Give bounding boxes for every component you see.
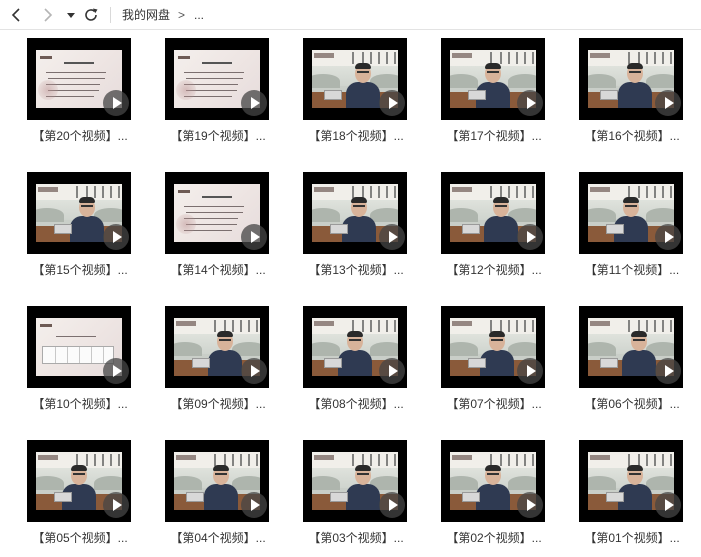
file-name-label: 【第20个视频】... (32, 129, 128, 143)
file-name-label: 【第03个视频】... (308, 531, 404, 545)
play-icon[interactable] (103, 224, 129, 250)
refresh-icon (85, 8, 98, 21)
play-icon[interactable] (655, 492, 681, 518)
video-thumbnail[interactable] (303, 306, 407, 388)
nav-divider (110, 7, 111, 23)
video-thumbnail[interactable] (579, 38, 683, 120)
video-thumbnail[interactable] (165, 440, 269, 522)
video-file-item[interactable]: 【第17个视频】... (424, 34, 564, 154)
breadcrumb-root[interactable]: 我的网盘 (122, 7, 170, 23)
file-name-label: 【第01个视频】... (584, 531, 680, 545)
file-name-label: 【第11个视频】... (584, 263, 680, 277)
video-thumbnail[interactable] (27, 306, 131, 388)
video-thumbnail[interactable] (303, 440, 407, 522)
play-icon[interactable] (103, 492, 129, 518)
video-file-item[interactable]: 【第03个视频】... (286, 436, 426, 556)
file-name-label: 【第10个视频】... (32, 397, 128, 411)
video-thumbnail[interactable] (441, 440, 545, 522)
video-file-item[interactable]: 【第07个视频】... (424, 302, 564, 422)
chevron-left-icon (11, 8, 20, 22)
video-thumbnail[interactable] (303, 38, 407, 120)
play-icon[interactable] (103, 90, 129, 116)
play-icon[interactable] (241, 90, 267, 116)
video-file-item[interactable]: 【第19个视频】... (148, 34, 288, 154)
file-name-label: 【第07个视频】... (446, 397, 542, 411)
navigation-bar: 我的网盘 > ... (0, 0, 701, 30)
video-thumbnail[interactable] (27, 38, 131, 120)
video-thumbnail[interactable] (165, 306, 269, 388)
file-name-label: 【第18个视频】... (308, 129, 404, 143)
chevron-right-icon (44, 8, 53, 22)
file-name-label: 【第19个视频】... (170, 129, 266, 143)
video-file-item[interactable]: 【第08个视频】... (286, 302, 426, 422)
video-file-item[interactable]: 【第14个视频】... (148, 168, 288, 288)
play-icon[interactable] (517, 224, 543, 250)
refresh-button[interactable] (80, 4, 102, 26)
breadcrumb-more[interactable]: ... (194, 7, 204, 23)
play-icon[interactable] (517, 90, 543, 116)
play-icon[interactable] (655, 224, 681, 250)
file-name-label: 【第12个视频】... (446, 263, 542, 277)
caret-down-icon (67, 13, 75, 18)
video-thumbnail[interactable] (579, 306, 683, 388)
video-thumbnail[interactable] (165, 38, 269, 120)
video-thumbnail[interactable] (165, 172, 269, 254)
file-name-label: 【第04个视频】... (170, 531, 266, 545)
video-thumbnail[interactable] (441, 306, 545, 388)
video-file-item[interactable]: 【第10个视频】... (10, 302, 150, 422)
play-icon[interactable] (241, 224, 267, 250)
video-thumbnail[interactable] (579, 440, 683, 522)
play-icon[interactable] (517, 358, 543, 384)
video-file-item[interactable]: 【第04个视频】... (148, 436, 288, 556)
video-file-item[interactable]: 【第09个视频】... (148, 302, 288, 422)
video-thumbnail[interactable] (303, 172, 407, 254)
video-thumbnail[interactable] (27, 440, 131, 522)
video-file-item[interactable]: 【第15个视频】... (10, 168, 150, 288)
file-name-label: 【第13个视频】... (308, 263, 404, 277)
play-icon[interactable] (655, 90, 681, 116)
file-name-label: 【第09个视频】... (170, 397, 266, 411)
play-icon[interactable] (103, 358, 129, 384)
play-icon[interactable] (379, 492, 405, 518)
play-icon[interactable] (241, 358, 267, 384)
play-icon[interactable] (655, 358, 681, 384)
video-file-item[interactable]: 【第16个视频】... (562, 34, 701, 154)
file-name-label: 【第14个视频】... (170, 263, 266, 277)
file-name-label: 【第08个视频】... (308, 397, 404, 411)
file-name-label: 【第17个视频】... (446, 129, 542, 143)
video-file-item[interactable]: 【第05个视频】... (10, 436, 150, 556)
forward-button[interactable] (36, 4, 58, 26)
file-name-label: 【第02个视频】... (446, 531, 542, 545)
video-file-item[interactable]: 【第01个视频】... (562, 436, 701, 556)
video-thumbnail[interactable] (579, 172, 683, 254)
play-icon[interactable] (517, 492, 543, 518)
play-icon[interactable] (379, 90, 405, 116)
file-name-label: 【第15个视频】... (32, 263, 128, 277)
back-button[interactable] (6, 4, 28, 26)
video-file-item[interactable]: 【第11个视频】... (562, 168, 701, 288)
video-file-item[interactable]: 【第18个视频】... (286, 34, 426, 154)
video-thumbnail[interactable] (27, 172, 131, 254)
video-file-item[interactable]: 【第06个视频】... (562, 302, 701, 422)
video-thumbnail[interactable] (441, 38, 545, 120)
video-file-item[interactable]: 【第12个视频】... (424, 168, 564, 288)
file-name-label: 【第06个视频】... (584, 397, 680, 411)
play-icon[interactable] (379, 224, 405, 250)
video-file-item[interactable]: 【第13个视频】... (286, 168, 426, 288)
video-file-item[interactable]: 【第20个视频】... (10, 34, 150, 154)
play-icon[interactable] (241, 492, 267, 518)
file-name-label: 【第05个视频】... (32, 531, 128, 545)
play-icon[interactable] (379, 358, 405, 384)
file-name-label: 【第16个视频】... (584, 129, 680, 143)
file-grid: 【第20个视频】... 【第19个视频】... 【第18个视频】... 【第17个视频… (0, 30, 701, 557)
video-file-item[interactable]: 【第02个视频】... (424, 436, 564, 556)
history-dropdown-button[interactable] (60, 4, 82, 26)
breadcrumb-separator: > (178, 8, 186, 22)
video-thumbnail[interactable] (441, 172, 545, 254)
